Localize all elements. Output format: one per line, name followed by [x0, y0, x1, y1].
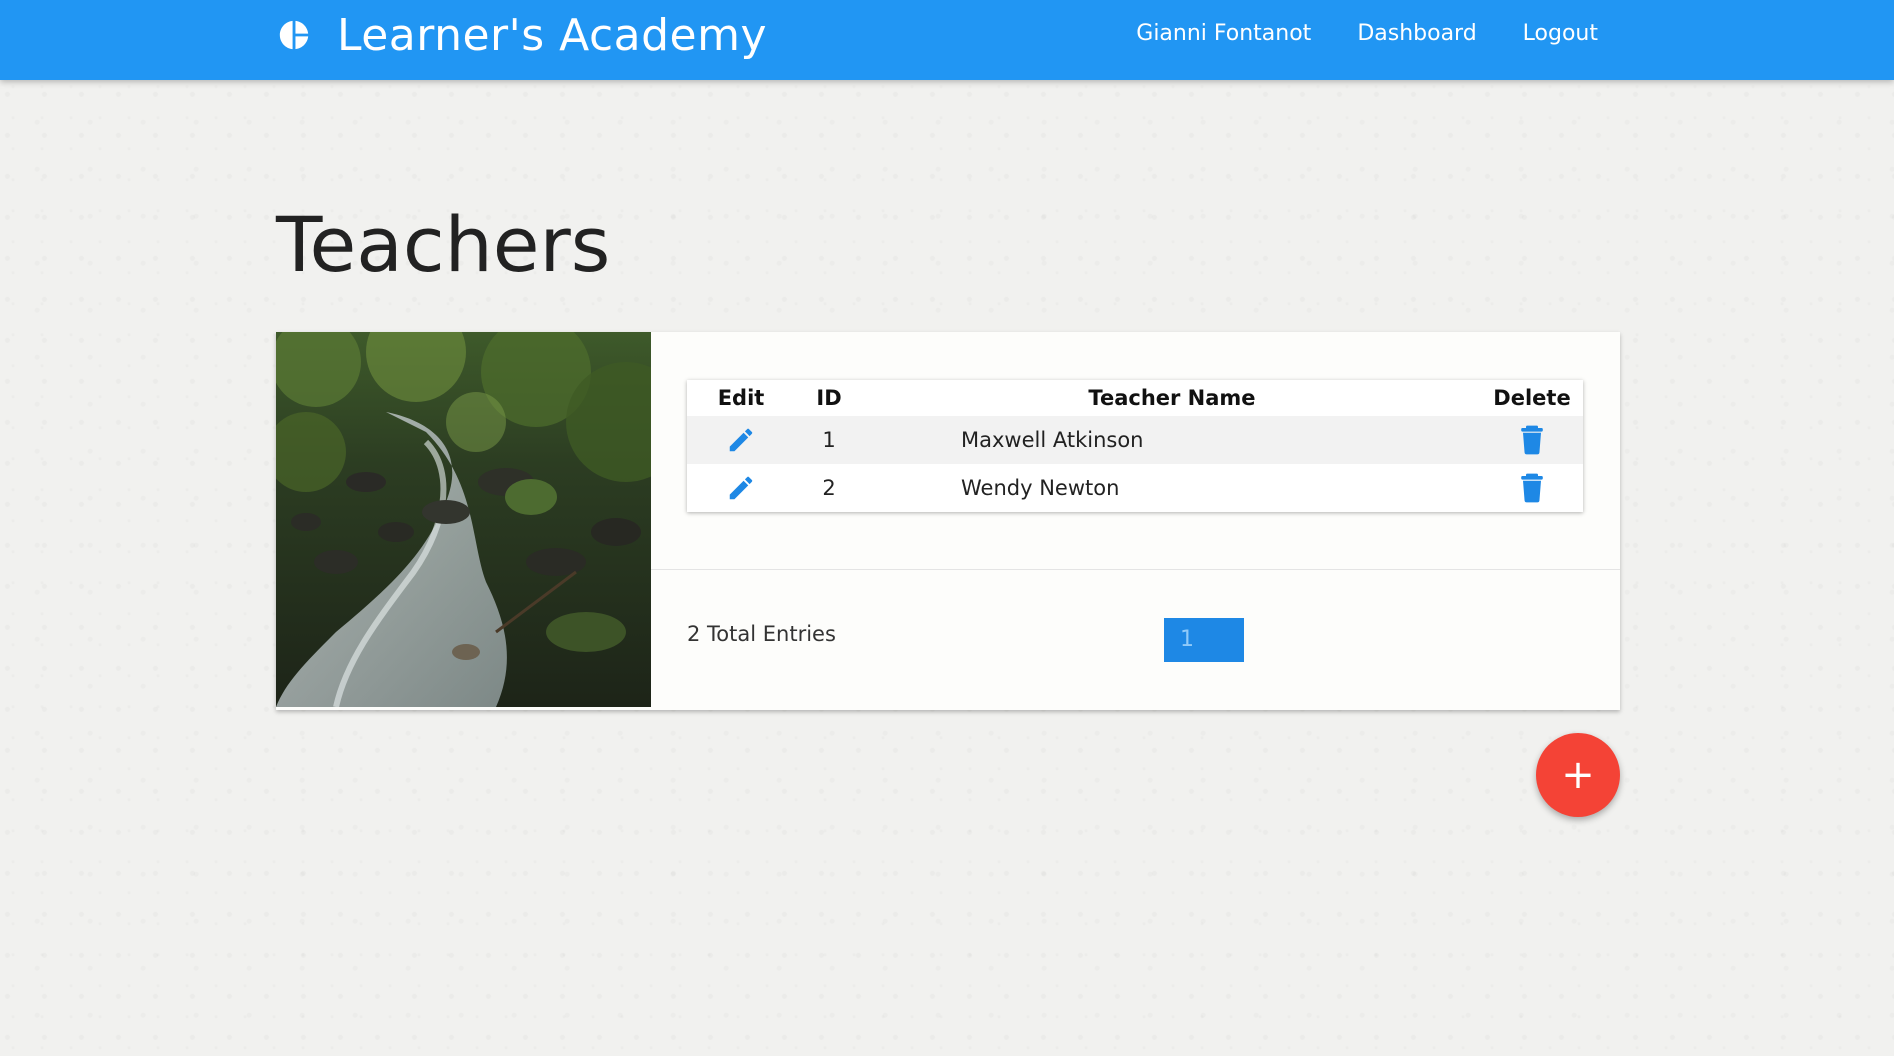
- header-teacher-name: Teacher Name: [1088, 386, 1256, 410]
- table-row: 1 Maxwell Atkinson: [687, 416, 1583, 464]
- page-title: Teachers: [276, 200, 611, 289]
- nav-user-name[interactable]: Gianni Fontanot: [1136, 21, 1311, 46]
- brand-title: Learner's Academy: [337, 9, 768, 61]
- header-edit: Edit: [717, 386, 765, 410]
- total-entries: 2 Total Entries: [687, 622, 836, 646]
- teachers-table: Edit ID Teacher Name Delete 1 Maxwell At…: [687, 380, 1583, 512]
- edit-button[interactable]: [726, 475, 756, 500]
- delete-button[interactable]: [1520, 425, 1544, 455]
- row-teacher-name: Wendy Newton: [961, 476, 1120, 500]
- nav-links: Gianni Fontanot Dashboard Logout: [1090, 0, 1598, 66]
- pagination-page-button[interactable]: 1: [1164, 618, 1244, 662]
- edit-button[interactable]: [726, 427, 756, 452]
- teachers-card: Edit ID Teacher Name Delete 1 Maxwell At…: [276, 332, 1620, 710]
- add-teacher-button[interactable]: +: [1536, 733, 1620, 817]
- table-row: 2 Wendy Newton: [687, 464, 1583, 512]
- header-delete: Delete: [1493, 386, 1571, 410]
- trash-icon: [1521, 473, 1543, 503]
- nav-dashboard-link[interactable]: Dashboard: [1357, 21, 1476, 46]
- trash-icon: [1521, 425, 1543, 455]
- brand[interactable]: Learner's Academy: [277, 0, 767, 70]
- top-navbar: Learner's Academy Gianni Fontanot Dashbo…: [0, 0, 1894, 80]
- table-header-row: Edit ID Teacher Name Delete: [687, 380, 1583, 416]
- stream-photo: [276, 332, 651, 707]
- pie-chart-icon: [279, 20, 309, 50]
- card-divider: [651, 569, 1620, 570]
- teachers-table-container: Edit ID Teacher Name Delete 1 Maxwell At…: [687, 380, 1583, 512]
- plus-icon: +: [1561, 752, 1595, 798]
- delete-button[interactable]: [1520, 473, 1544, 503]
- row-id: 2: [822, 476, 836, 500]
- nav-logout-link[interactable]: Logout: [1523, 21, 1598, 46]
- header-id: ID: [816, 386, 842, 410]
- pencil-icon: [729, 428, 753, 452]
- row-id: 1: [822, 428, 836, 452]
- pencil-icon: [729, 476, 753, 500]
- row-teacher-name: Maxwell Atkinson: [961, 428, 1144, 452]
